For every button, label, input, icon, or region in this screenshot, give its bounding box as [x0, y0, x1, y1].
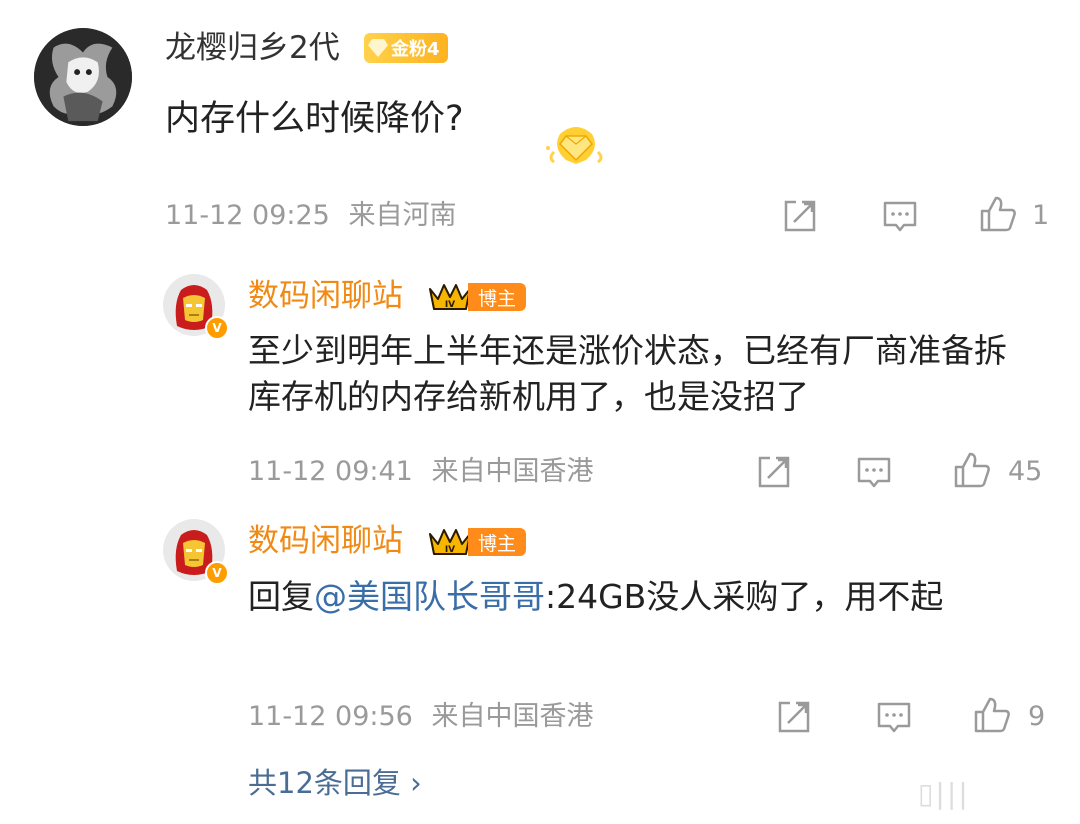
- reply-location: 来自中国香港: [431, 456, 594, 487]
- verified-badge: V: [205, 561, 229, 585]
- reply-text: 回复@美国队长哥哥:24GB没人采购了，用不起: [248, 574, 1038, 620]
- crown-icon: IV: [429, 529, 471, 555]
- blogger-tag: 博主: [468, 528, 527, 556]
- like-count: 9: [1028, 701, 1046, 732]
- reply-time: 11-12 09:41: [248, 456, 413, 487]
- comment-time: 11-12 09:25: [165, 200, 330, 231]
- reply-username[interactable]: 数码闲聊站: [248, 276, 403, 316]
- comment-text: 内存什么时候降价?: [165, 99, 464, 139]
- reply-text: 至少到明年上半年还是涨价状态，已经有厂商准备拆库存机的内存给新机用了，也是没招了: [248, 328, 1038, 420]
- reply-meta: 11-12 09:56 来自中国香港: [248, 700, 593, 734]
- fan-level-badge[interactable]: 金粉4: [364, 33, 448, 63]
- comment-username[interactable]: 龙樱归乡2代: [165, 28, 340, 68]
- more-replies-link[interactable]: 共12条回复 ›: [248, 764, 422, 802]
- crown-icon: IV: [429, 284, 471, 310]
- share-icon[interactable]: [780, 196, 820, 236]
- gold-gem-sticker-icon: [540, 112, 612, 172]
- reply-body: :24GB没人采购了，用不起: [545, 577, 944, 616]
- reply-prefix: 回复: [248, 577, 314, 616]
- like-icon[interactable]: [952, 450, 992, 490]
- like-count: 45: [1008, 456, 1043, 487]
- blogger-badge[interactable]: IV 博主: [428, 281, 527, 313]
- comment-icon[interactable]: [874, 697, 914, 737]
- share-icon[interactable]: [774, 697, 814, 737]
- gem-icon: [368, 39, 388, 57]
- verified-badge: V: [205, 316, 229, 340]
- reply-body: 至少到明年上半年还是涨价状态，已经有厂商准备拆库存机的内存给新机用了，也是没招了: [248, 331, 1007, 416]
- share-icon[interactable]: [754, 452, 794, 492]
- blogger-badge[interactable]: IV 博主: [428, 526, 527, 558]
- comment-icon[interactable]: [854, 452, 894, 492]
- reply-avatar[interactable]: V: [163, 519, 229, 585]
- reply-username[interactable]: 数码闲聊站: [248, 521, 403, 561]
- svg-text:IV: IV: [445, 545, 455, 555]
- reply-meta: 11-12 09:41 来自中国香港: [248, 455, 593, 489]
- watermark: ▯|||: [918, 777, 970, 810]
- fan-badge-label: 金粉4: [391, 39, 440, 60]
- reply-location: 来自中国香港: [431, 701, 594, 732]
- reply-time: 11-12 09:56: [248, 701, 413, 732]
- reply-mention[interactable]: @美国队长哥哥: [314, 577, 545, 616]
- svg-text:IV: IV: [445, 300, 455, 310]
- like-icon[interactable]: [972, 695, 1012, 735]
- comment-location: 来自河南: [348, 200, 457, 231]
- comment-meta: 11-12 09:25 来自河南: [165, 199, 456, 233]
- like-count: 1: [1032, 200, 1050, 231]
- reply-avatar[interactable]: V: [163, 274, 229, 340]
- blogger-tag: 博主: [468, 283, 527, 311]
- avatar[interactable]: [34, 28, 132, 126]
- like-icon[interactable]: [978, 194, 1018, 234]
- comment-icon[interactable]: [880, 196, 920, 236]
